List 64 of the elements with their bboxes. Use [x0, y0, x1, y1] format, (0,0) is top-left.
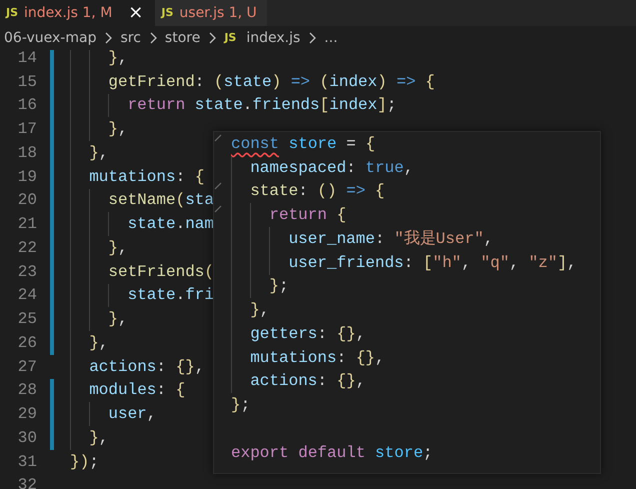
code-line: user, [70, 402, 156, 426]
code-line: state.fri [70, 284, 214, 308]
code-line: namespaced: true, [231, 156, 414, 180]
code-line: actions: {}, [70, 354, 204, 378]
line-number: 25 [16, 309, 37, 330]
code-line: const store = { [231, 134, 376, 155]
line-number: 20 [16, 190, 37, 212]
breadcrumb-item[interactable]: ... [324, 28, 338, 48]
code-line: actions: {}, [231, 370, 366, 394]
code-line: setName(sta [70, 188, 214, 212]
code-line: }, [70, 141, 108, 165]
line-number: 24 [16, 285, 37, 306]
line-number: 30 [16, 428, 37, 449]
code-line: }; [231, 395, 250, 416]
code-line: }; [231, 274, 289, 298]
code-line: mutations: { [70, 164, 204, 188]
line-number: 19 [16, 166, 37, 188]
line-number: 16 [16, 95, 37, 116]
line-number: 26 [16, 332, 37, 354]
code-line: state.nam [70, 212, 214, 236]
code-line: return state.friends[index]; [70, 94, 396, 118]
line-number: 18 [16, 142, 37, 164]
line-number: 28 [16, 380, 37, 402]
editor-tab[interactable]: JS user.js 1, U [155, 0, 267, 26]
code-line: }, [70, 307, 128, 331]
line-number: 23 [16, 262, 37, 283]
chevron-icon [308, 32, 316, 44]
line-number: 21 [16, 214, 37, 236]
code-line: mutations: {}, [231, 346, 385, 370]
line-number: 27 [16, 356, 37, 378]
breadcrumb-item[interactable]: src [120, 28, 141, 48]
code-line: return { [231, 203, 346, 227]
code-line: }, [231, 298, 270, 322]
code-line: modules: { [70, 378, 186, 402]
code-line: }, [70, 236, 128, 260]
code-line: setFriends( [70, 260, 214, 284]
close-button[interactable]: × [126, 4, 146, 22]
chevron-icon [208, 32, 216, 44]
breadcrumb-item[interactable]: index.js [246, 28, 300, 48]
code-line: user_name: "我是User", [231, 227, 494, 251]
breadcrumb-item[interactable]: store [164, 28, 200, 48]
editor-tab[interactable]: JS index.js 1, M × [0, 0, 156, 26]
code-line: }, [70, 50, 128, 70]
line-number: 29 [16, 404, 37, 426]
code-line: getters: {}, [231, 322, 366, 346]
breadcrumb-item[interactable]: 06-vuex-map [4, 28, 96, 48]
code-line: }, [70, 331, 108, 355]
code-line: export default store; [231, 442, 433, 464]
line-number: 31 [16, 452, 37, 473]
line-number: 22 [16, 238, 37, 259]
file-type-icon: JS [224, 30, 236, 46]
file-type-icon: JS [6, 4, 18, 22]
line-number: 15 [16, 72, 37, 93]
chevron-icon [104, 32, 112, 44]
code-line: }); [70, 452, 99, 473]
line-number: 17 [16, 119, 37, 140]
chevron-icon [148, 32, 157, 44]
line-number: 14 [16, 50, 37, 69]
code-line: }, [70, 117, 128, 141]
code-line: user_friends: ["h", "q", "z"], [231, 250, 577, 274]
code-line: state: () => { [231, 180, 385, 204]
file-type-icon: JS [161, 4, 174, 22]
code-line: }, [70, 426, 108, 450]
code-line: getFriend: (state) => (index) => { [70, 70, 435, 94]
